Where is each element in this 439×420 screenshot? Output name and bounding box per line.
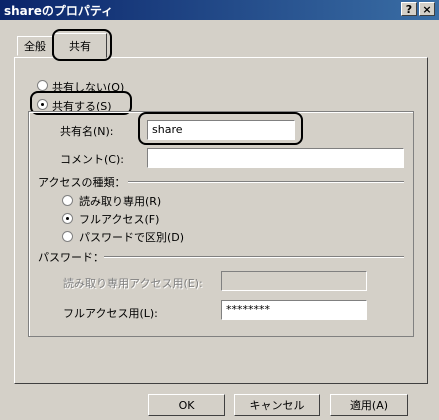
read-only-label: 読み取り専用(R) bbox=[79, 195, 162, 208]
close-button[interactable]: × bbox=[419, 2, 435, 16]
access-separator bbox=[128, 181, 404, 183]
tab-general-label: 全般 bbox=[24, 40, 46, 53]
comment-label: コメント(C): bbox=[60, 153, 124, 166]
readonly-password-label: 読み取り専用アクセス用(E): bbox=[63, 277, 203, 290]
radio-share[interactable] bbox=[37, 99, 48, 110]
comment-input[interactable] bbox=[147, 148, 404, 168]
title-bar: shareのプロパティ bbox=[0, 0, 439, 20]
full-password-label: フルアクセス用(L): bbox=[63, 307, 158, 320]
apply-button[interactable]: 適用(A) bbox=[330, 394, 408, 416]
password-separator bbox=[104, 256, 404, 258]
not-share-label: 共有しない(O) bbox=[52, 81, 125, 94]
cancel-button[interactable]: キャンセル bbox=[234, 394, 320, 416]
tab-general[interactable]: 全般 bbox=[17, 36, 53, 56]
radio-password-based[interactable] bbox=[62, 231, 73, 242]
tab-sharing[interactable]: 共有 bbox=[53, 33, 107, 58]
ok-button[interactable]: OK bbox=[148, 394, 225, 416]
password-section-label: パスワード： bbox=[38, 251, 104, 264]
share-name-input[interactable]: share bbox=[147, 120, 295, 140]
window-title: shareのプロパティ bbox=[4, 3, 114, 18]
share-name-label: 共有名(N): bbox=[60, 125, 114, 138]
access-type-label: アクセスの種類： bbox=[38, 176, 126, 189]
password-based-label: パスワードで区別(D) bbox=[79, 231, 185, 244]
readonly-password-input[interactable] bbox=[221, 271, 367, 291]
full-access-label: フルアクセス(F) bbox=[79, 213, 160, 226]
radio-not-share[interactable] bbox=[37, 80, 48, 91]
radio-full-access[interactable] bbox=[62, 213, 73, 224]
tab-sharing-label: 共有 bbox=[69, 39, 91, 53]
radio-read-only[interactable] bbox=[62, 195, 73, 206]
full-password-input[interactable]: ******** bbox=[221, 300, 367, 320]
help-button[interactable]: ? bbox=[401, 2, 417, 16]
